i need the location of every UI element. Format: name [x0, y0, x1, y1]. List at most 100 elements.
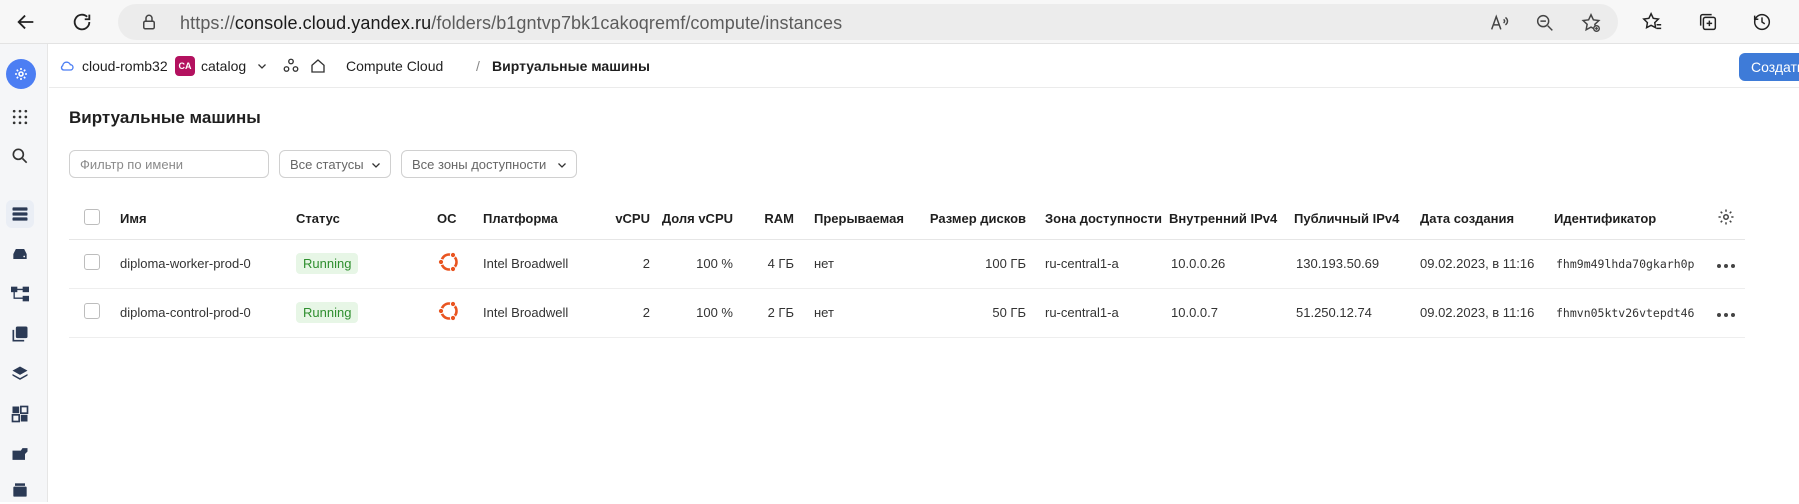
row-checkbox[interactable]	[84, 303, 100, 319]
add-favorite-icon[interactable]	[1580, 12, 1602, 34]
column-header-name[interactable]: Имя	[120, 199, 296, 240]
column-header-zone[interactable]: Зона доступности	[1026, 199, 1169, 240]
chevron-down-icon	[372, 163, 380, 168]
nav-dedicated-hosts[interactable]	[6, 440, 34, 468]
host-icon	[12, 448, 28, 460]
all-services-button[interactable]	[6, 103, 34, 131]
favorites-button[interactable]	[1636, 6, 1668, 38]
created-cell: 09.02.2023, в 11:16	[1420, 288, 1554, 338]
status-badge: Running	[296, 253, 359, 274]
search-icon	[12, 148, 28, 164]
select-all-checkbox[interactable]	[84, 209, 100, 226]
column-header-ram[interactable]: RAM	[733, 199, 794, 240]
refresh-icon	[73, 13, 91, 31]
table-header-row: Имя Статус ОС Платформа vCPU Доля vCPU R…	[69, 199, 1745, 240]
services-button[interactable]	[282, 44, 300, 88]
id-cell: fhmvn05ktv26vtepdt46	[1554, 288, 1717, 338]
nav-file-storage[interactable]	[6, 476, 34, 504]
breadcrumb-service[interactable]: Compute Cloud	[346, 44, 443, 88]
page-title: Виртуальные машины	[69, 108, 261, 127]
services-icon	[283, 58, 299, 72]
nav-virtual-machines[interactable]	[6, 200, 34, 228]
search-button[interactable]	[6, 142, 34, 170]
storage-icon	[13, 483, 27, 497]
refresh-button[interactable]	[66, 6, 98, 38]
folder-name: catalog	[201, 58, 247, 74]
column-header-preemptible[interactable]: Прерываемая	[794, 199, 927, 240]
column-header-vcpu[interactable]: vCPU	[601, 199, 650, 240]
cloud-icon	[60, 61, 74, 71]
nav-placement-groups[interactable]	[6, 400, 34, 428]
table-settings-gear-icon[interactable]	[1717, 208, 1735, 226]
history-button[interactable]	[1746, 6, 1778, 38]
vm-name[interactable]: diploma-worker-prod-0	[120, 239, 296, 289]
breadcrumb-separator: /	[476, 58, 480, 74]
vm-name[interactable]: diploma-control-prod-0	[120, 288, 296, 338]
ram-cell: 4 ГБ	[733, 239, 794, 289]
browser-toolbar: https://console.cloud.yandex.ru/folders/…	[0, 0, 1799, 44]
ubuntu-icon	[437, 300, 458, 322]
nav-instance-groups[interactable]	[6, 280, 34, 308]
row-checkbox[interactable]	[84, 254, 100, 270]
collections-button[interactable]	[1692, 6, 1724, 38]
breadcrumb-current: Виртуальные машины	[492, 58, 650, 74]
column-header-disk-size[interactable]: Размер дисков	[927, 199, 1026, 240]
public-ip-cell: 51.250.12.74	[1294, 288, 1420, 338]
status-filter-select[interactable]: Все статусы	[279, 150, 391, 178]
table-row[interactable]: diploma-control-prod-0 Running Intel Bro…	[69, 288, 1745, 338]
zone-cell: ru-central1-a	[1026, 288, 1169, 338]
preemptible-cell: нет	[794, 288, 927, 338]
folder-selector[interactable]: CA catalog	[175, 44, 268, 88]
name-filter-input[interactable]: Фильтр по имени	[69, 150, 269, 178]
nav-disks[interactable]	[6, 240, 34, 268]
column-header-platform[interactable]: Платформа	[483, 199, 601, 240]
read-aloud-icon[interactable]	[1488, 12, 1510, 34]
folder-badge: CA	[175, 56, 195, 76]
column-header-os[interactable]: ОС	[437, 199, 483, 240]
status-badge: Running	[296, 302, 359, 323]
disk-icon	[13, 249, 27, 259]
row-actions-menu-icon[interactable]	[1717, 313, 1735, 317]
nav-images[interactable]	[6, 360, 34, 388]
console-logo-button[interactable]	[6, 59, 36, 89]
home-icon	[311, 59, 325, 73]
history-icon	[1753, 13, 1771, 31]
nav-rail	[0, 44, 48, 502]
column-header-id[interactable]: Идентификатор	[1554, 199, 1717, 240]
vm-table: Имя Статус ОС Платформа vCPU Доля vCPU R…	[69, 199, 1745, 338]
copies-icon	[12, 326, 28, 342]
nav-snapshots[interactable]	[6, 320, 34, 348]
grid-icon	[12, 109, 28, 125]
id-cell: fhm9m49lhda70gkarh0p	[1554, 239, 1717, 289]
table-row[interactable]: diploma-worker-prod-0 Running Intel Broa…	[69, 239, 1745, 289]
placement-icon	[11, 405, 29, 423]
url-text: https://console.cloud.yandex.ru/folders/…	[180, 13, 843, 33]
zone-filter-value: Все зоны доступности	[412, 156, 547, 172]
zoom-out-icon[interactable]	[1534, 12, 1556, 34]
column-header-status[interactable]: Статус	[296, 199, 437, 240]
collections-icon	[1699, 13, 1717, 31]
vcpu-share-cell: 100 %	[650, 288, 733, 338]
create-button[interactable]: Создать	[1739, 53, 1799, 81]
favorites-icon	[1642, 12, 1662, 30]
gear-icon	[15, 68, 27, 80]
column-header-public-ip[interactable]: Публичный IPv4	[1294, 199, 1420, 240]
name-filter-placeholder: Фильтр по имени	[80, 156, 184, 172]
back-button[interactable]	[10, 6, 42, 38]
column-header-internal-ip[interactable]: Внутренний IPv4	[1169, 199, 1294, 240]
chevron-down-icon	[558, 163, 566, 168]
status-filter-value: Все статусы	[290, 156, 364, 172]
column-header-vcpu-share[interactable]: Доля vCPU	[650, 199, 733, 240]
ram-cell: 2 ГБ	[733, 288, 794, 338]
column-header-created[interactable]: Дата создания	[1420, 199, 1554, 240]
cloud-selector[interactable]: cloud-romb32	[59, 44, 168, 88]
nodes-icon	[11, 286, 30, 302]
console-header: cloud-romb32 CA catalog Compute Cloud / …	[49, 44, 1799, 88]
home-button[interactable]	[309, 44, 327, 88]
servers-icon	[12, 207, 28, 221]
row-actions-menu-icon[interactable]	[1717, 264, 1735, 268]
address-bar[interactable]: https://console.cloud.yandex.ru/folders/…	[118, 4, 1618, 40]
zone-filter-select[interactable]: Все зоны доступности	[401, 150, 577, 178]
vcpu-share-cell: 100 %	[650, 239, 733, 289]
ubuntu-icon	[437, 251, 458, 273]
